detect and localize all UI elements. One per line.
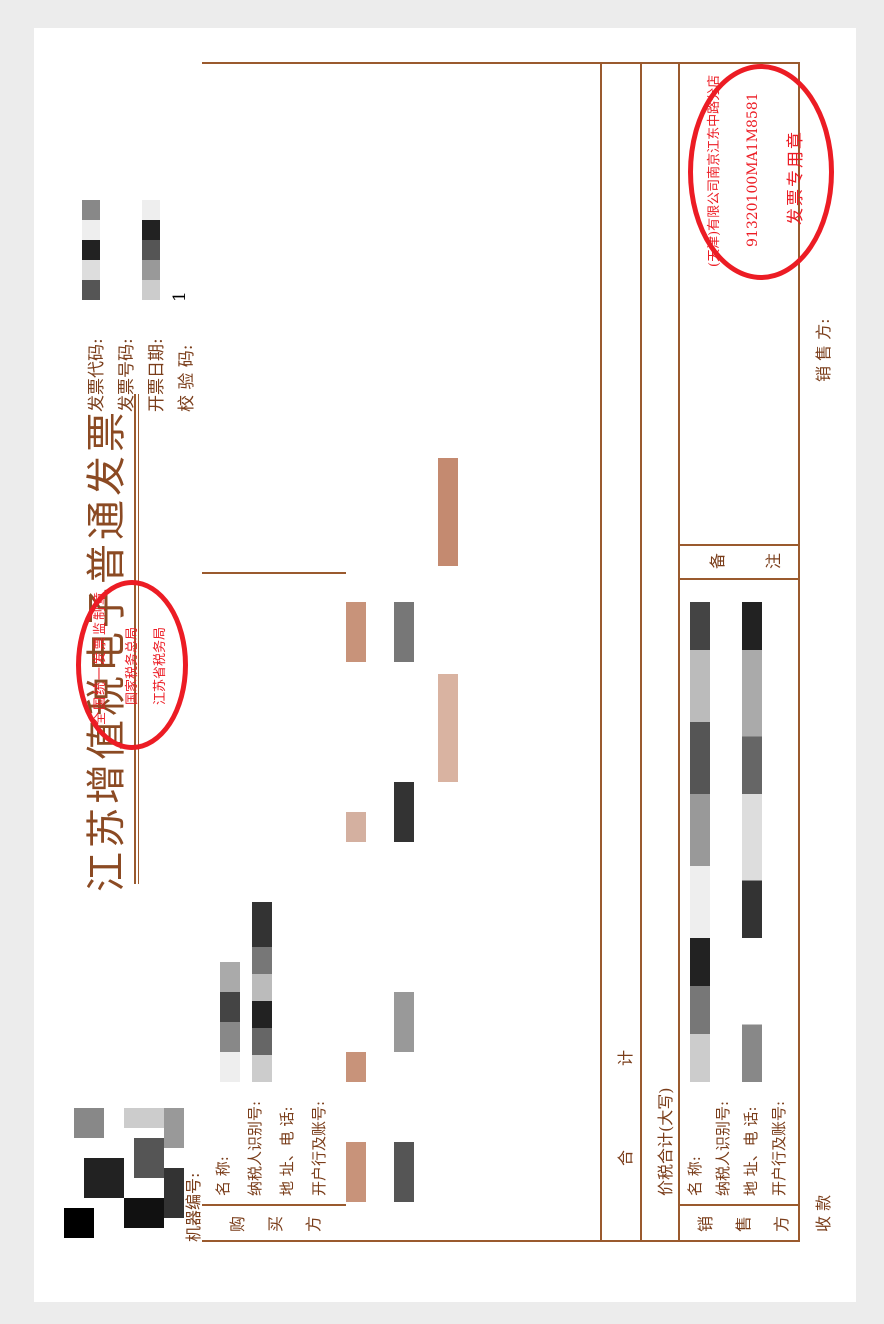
payee-label: 收 款 [814,1194,833,1232]
date-label: 开票日期: [147,338,167,412]
seller-bank-label: 开户行及账号: [770,1100,788,1196]
code-label: 发票代码: [87,338,107,412]
total-label-2: 计 [616,1049,635,1066]
seller-label-divider [678,1204,798,1206]
total-words-label: 价税合计(大写) [656,1087,675,1197]
redaction-block [82,200,100,300]
qr-code [64,1098,194,1238]
buyer-side-label-1: 购 [228,1215,247,1232]
total-label-1: 合 [616,1149,635,1166]
buyer-side-divider [202,1240,600,1242]
goods-row-block [346,602,366,1202]
frame-right [202,62,800,64]
password-divider [202,572,346,574]
stamp-top-text: 全国统一发票监制章 [93,589,108,725]
buyer-side-label-2: 买 [266,1215,285,1232]
seller-name-label: 名 称: [686,1156,704,1196]
redaction-block [742,602,762,1082]
check-label: 校 验 码: [177,344,197,412]
redaction-block [220,962,240,1082]
remarks-label-divider [678,544,798,546]
seller-side-label-1: 销 [696,1215,715,1232]
check-partial: 1 [170,291,190,302]
remarks-label-2: 注 [764,552,783,569]
seller-side-label-2: 售 [734,1215,753,1232]
seal-id-text: 91320100MA1M8581 [745,92,761,247]
redaction-block [252,902,272,1082]
buyer-label-divider [202,1204,346,1206]
buyer-bank-label: 开户行及账号: [310,1100,328,1196]
buyer-address-label: 地 址、电 话: [278,1106,296,1196]
total-bottom [640,62,642,1242]
buyer-side-label-3: 方 [304,1215,323,1232]
seller-side-label-3: 方 [772,1215,791,1232]
tax-bureau-stamp: 全国统一发票监制章 国家税务总局 江苏省税务局 [76,580,188,750]
buyer-name-label: 名 称: [214,1156,232,1196]
stamp-middle-text: 国家税务总局 [125,626,140,705]
seller-tax-id-label: 纳税人识别号: [714,1100,732,1196]
number-label: 发票号码: [117,338,137,412]
seal-company-text: (天津)有限公司南京江东中路分店 [707,74,722,267]
buyer-bottom [600,62,602,1242]
goods-row-block [438,422,458,782]
remarks-divider [678,578,798,580]
stamp-bottom-text: 江苏省税务局 [153,626,168,705]
seller-top [678,62,680,1242]
remarks-label-1: 备 [708,552,727,569]
redaction-block [142,200,160,300]
invoice-rotated-content: 江苏增值税电子普通发票 发票代码: 发票号码: 开票日期: 校 验 码: 1 机… [34,28,856,1302]
buyer-tax-id-label: 纳税人识别号: [246,1100,264,1196]
goods-row-block [394,602,414,1202]
seller-address-label: 地 址、电 话: [742,1106,760,1196]
seller-footer-label: 销 售 方: [814,318,833,382]
seller-seal-stamp: (天津)有限公司南京江东中路分店 91320100MA1M8581 发票专用章 [688,64,834,280]
redaction-block [690,602,710,1082]
seal-bottom-text: 发票专用章 [786,130,806,225]
